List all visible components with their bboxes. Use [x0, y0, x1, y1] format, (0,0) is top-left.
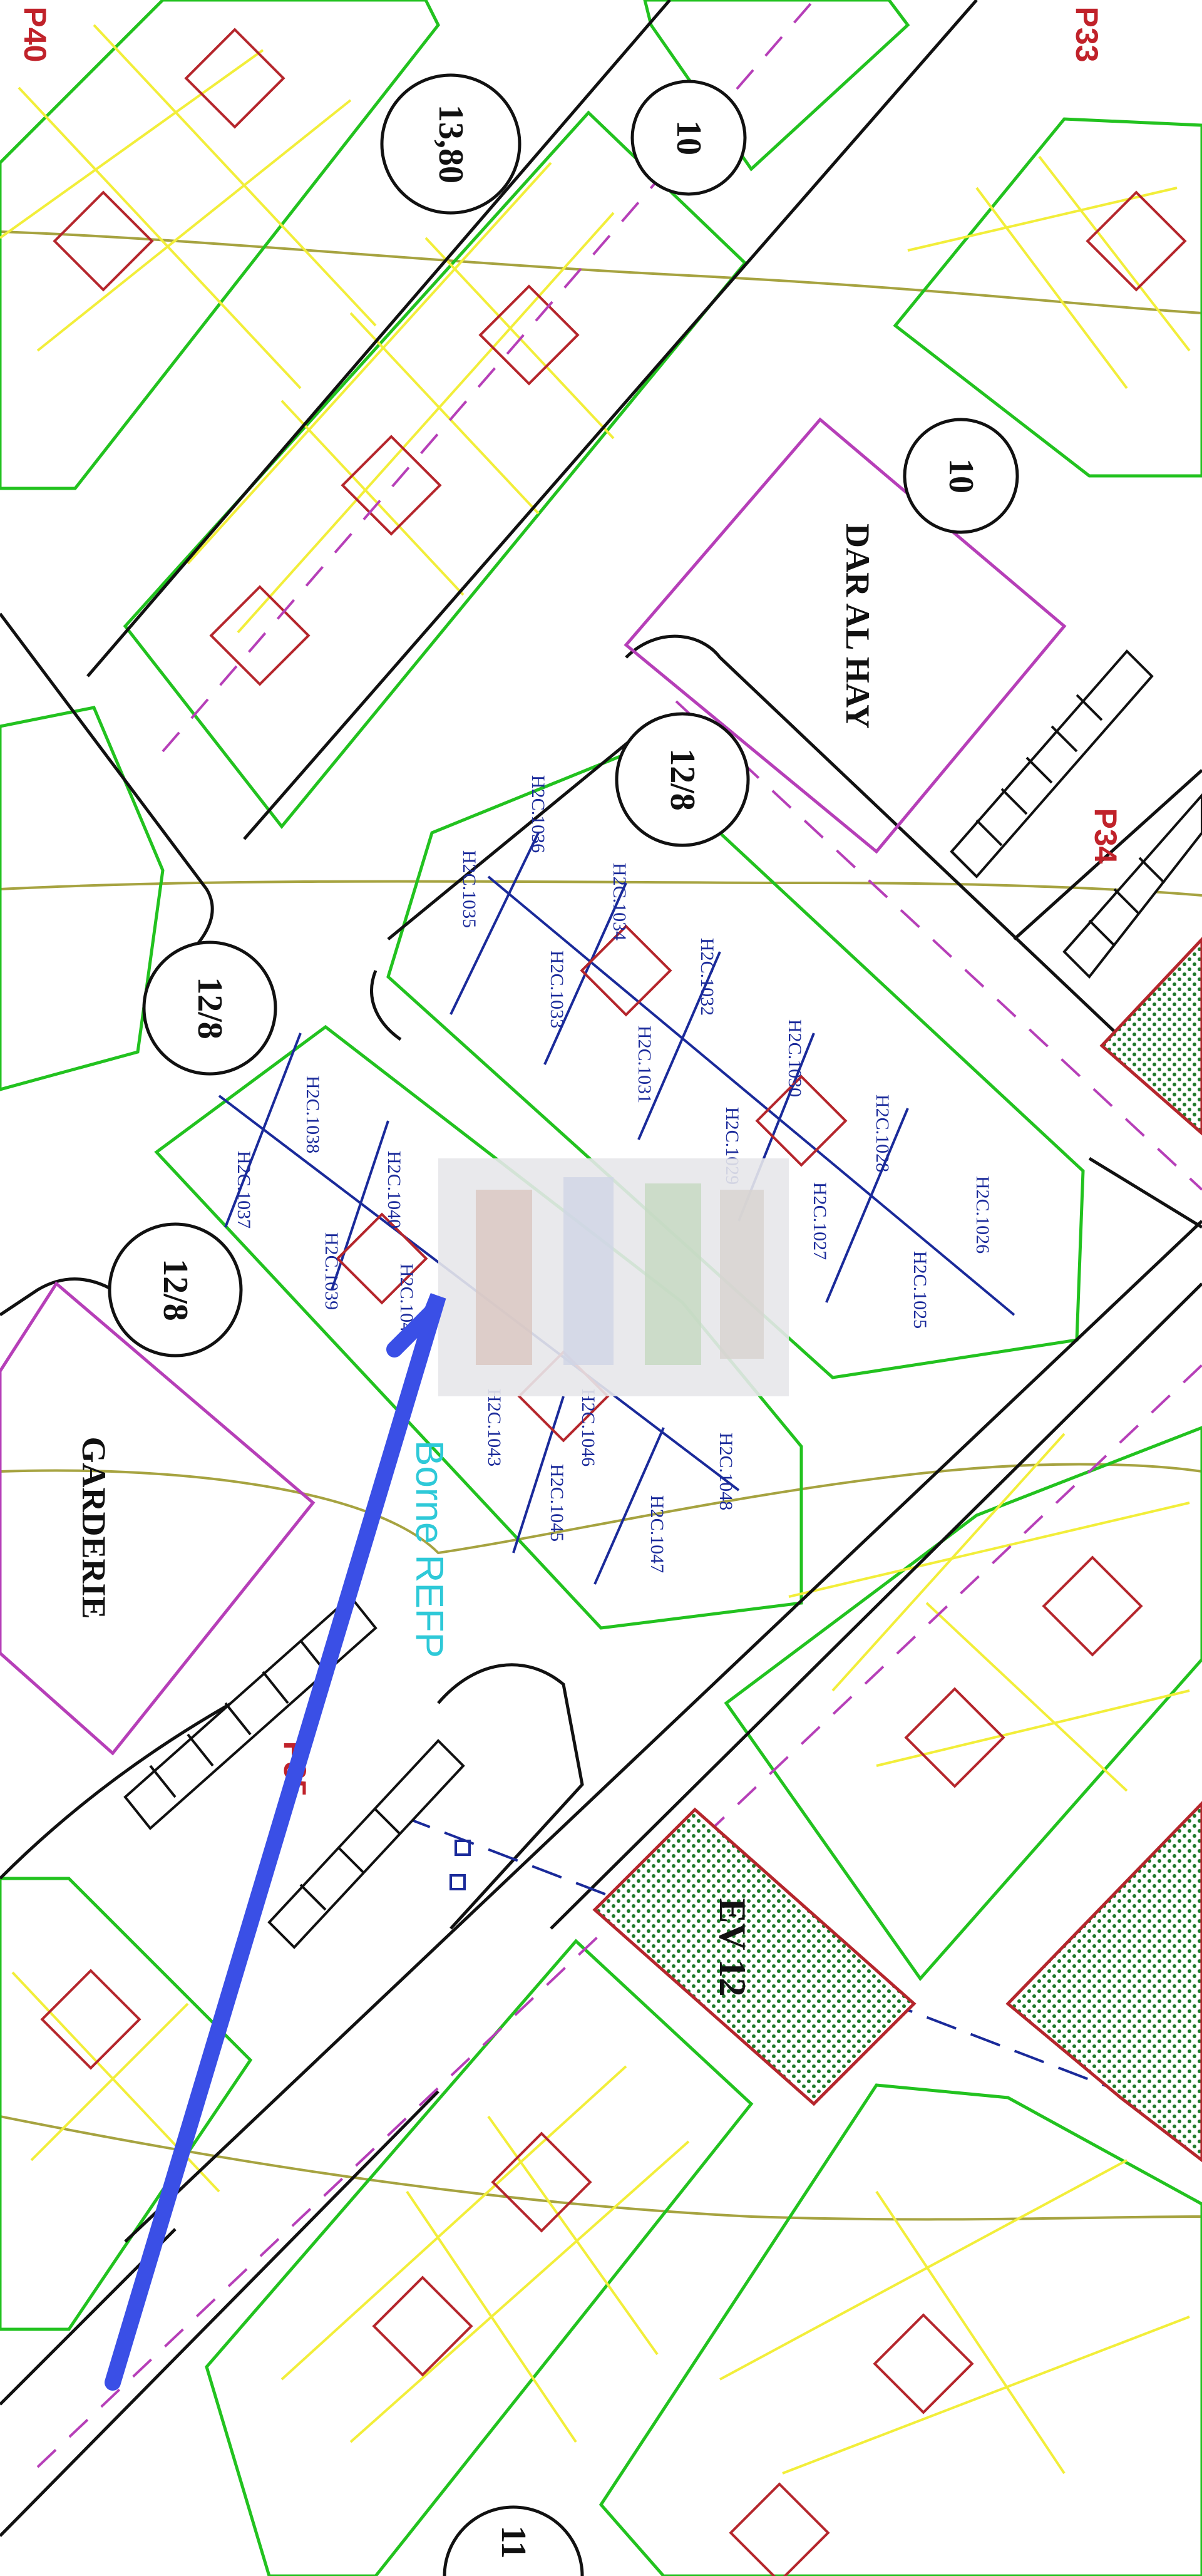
park-label-ev12: EV 12 — [712, 1898, 753, 1996]
parking-label-p34: P34 — [1088, 808, 1123, 864]
lot-label: H2C.1035 — [459, 850, 480, 928]
lot-label: H2C.1038 — [302, 1076, 323, 1153]
borne-markers — [449, 1840, 471, 1890]
parking-label-p33: P33 — [1069, 7, 1104, 63]
width-label-10-a: 10 — [669, 120, 708, 155]
width-label-13-80: 13,80 — [431, 105, 470, 183]
lot-label: H2C.1047 — [647, 1495, 667, 1573]
lot-label: H2C.1026 — [972, 1176, 993, 1254]
width-label-12-8-b: 12/8 — [190, 977, 229, 1039]
lot-label: H2C.1028 — [872, 1095, 893, 1172]
lot-label: H2C.1048 — [716, 1433, 736, 1510]
lot-label: H2C.1027 — [809, 1182, 830, 1260]
lot-label: H2C.1040 — [384, 1151, 404, 1229]
width-label-10-b: 10 — [942, 458, 980, 493]
width-label-12-8-c: 12/8 — [156, 1259, 195, 1321]
lot-label: H2C.1045 — [547, 1464, 567, 1542]
lot-label: H2C.1031 — [634, 1026, 655, 1103]
lot-label: H2C.1032 — [697, 938, 717, 1016]
lot-label: H2C.1025 — [910, 1251, 930, 1329]
site-plan-map: 13,80 10 10 12/8 12/8 12/8 11 DAR AL HAY… — [0, 0, 1202, 2576]
width-label-12-8-a: 12/8 — [663, 748, 702, 811]
lot-label: H2C.1043 — [484, 1389, 505, 1466]
blurred-area — [438, 1158, 789, 1396]
lot-label: H2C.1037 — [234, 1151, 254, 1229]
borne-annotation: Borne REFP — [408, 1440, 451, 1658]
parking-label-p40: P40 — [18, 7, 53, 63]
lot-label: H2C.1033 — [547, 951, 567, 1028]
lot-label: H2C.1030 — [784, 1019, 805, 1097]
width-label-11: 11 — [494, 2526, 533, 2559]
lot-label: H2C.1036 — [528, 775, 548, 853]
facility-label-dar-al-hay: DAR AL HAY — [839, 523, 876, 729]
lot-label: H2C.1034 — [609, 863, 630, 940]
facility-label-garderie: GARDERIE — [75, 1436, 113, 1619]
green-parks — [592, 937, 1202, 2163]
lot-label: H2C.1039 — [321, 1232, 342, 1310]
lot-label: H2C.1046 — [578, 1389, 598, 1466]
